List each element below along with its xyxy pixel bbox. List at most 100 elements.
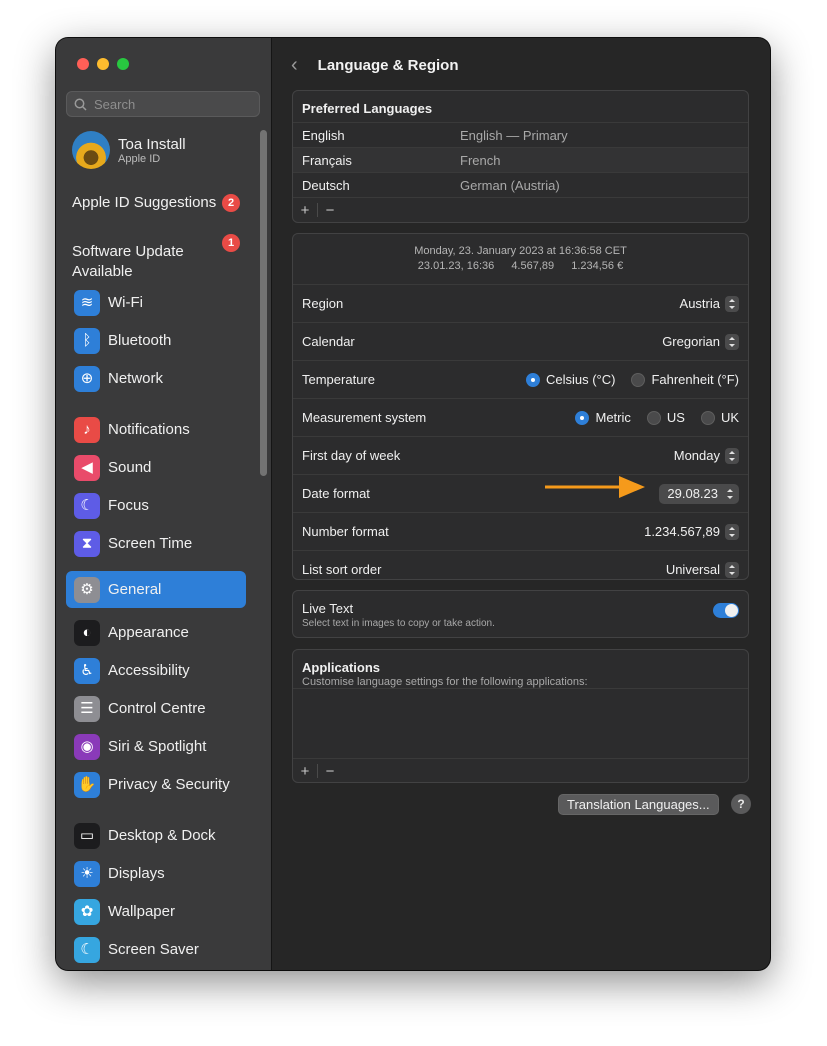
applications-panel: Applications Customise language settings…	[292, 649, 749, 783]
sort-order-label: List sort order	[302, 562, 382, 577]
help-button[interactable]: ?	[731, 794, 751, 814]
wifi-icon: ≋	[74, 289, 100, 316]
sidebar-item-control-centre[interactable]: ☰ Control Centre	[66, 690, 246, 727]
back-chevron-icon[interactable]: ‹	[291, 54, 298, 77]
sidebar-item-notifications[interactable]: ♪ Notifications	[66, 411, 246, 448]
apple-id-account[interactable]: Toa Install Apple ID	[72, 131, 186, 169]
applications-list-controls: + −	[293, 758, 748, 782]
gear-icon: ⚙	[74, 576, 100, 603]
preview-currency: 1.234,56 €	[571, 260, 624, 272]
calendar-popup[interactable]: Gregorian	[662, 333, 739, 350]
preferred-languages-panel: Preferred Languages English English — Pr…	[292, 90, 749, 223]
language-row[interactable]: Deutsch German (Austria)	[293, 172, 748, 197]
sidebar-item-label: Accessibility	[108, 662, 190, 679]
sidebar-item-label: Displays	[108, 865, 165, 882]
sidebar-item-appearance[interactable]: ◐ Appearance	[66, 614, 246, 651]
sidebar-item-label: Bluetooth	[108, 332, 172, 349]
fahrenheit-radio[interactable]: Fahrenheit (°F)	[631, 372, 739, 387]
sidebar-item-label: Screen Time	[108, 535, 193, 552]
radio-selected	[575, 410, 590, 425]
sidebar-item-siri-spotlight[interactable]: ◉ Siri & Spotlight	[66, 728, 246, 765]
speaker-icon: ◀	[74, 454, 100, 481]
translation-languages-button[interactable]: Translation Languages...	[558, 794, 719, 815]
sidebar-item-displays[interactable]: ☀ Displays	[66, 855, 246, 892]
chevron-updown-icon	[723, 486, 737, 502]
sidebar-item-network[interactable]: ⊕ Network	[66, 360, 246, 397]
sidebar-item-general[interactable]: ⚙ General	[66, 571, 246, 608]
search-field[interactable]	[66, 91, 260, 117]
remove-application-button[interactable]: −	[318, 763, 342, 780]
sidebar-item-wallpaper[interactable]: ✿ Wallpaper	[66, 893, 246, 930]
date-format-label: Date format	[302, 486, 370, 501]
settings-window: Toa Install Apple ID Apple ID Suggestion…	[56, 38, 770, 970]
sidebar-item-desktop-dock[interactable]: ▭ Desktop & Dock	[66, 817, 246, 854]
us-radio[interactable]: US	[646, 410, 685, 425]
add-application-button[interactable]: +	[293, 763, 317, 780]
sidebar-item-sound[interactable]: ◀ Sound	[66, 449, 246, 486]
language-row[interactable]: English English — Primary	[293, 122, 748, 147]
sort-order-row: List sort order Universal	[293, 551, 748, 579]
sidebar-item-focus[interactable]: ☾ Focus	[66, 487, 246, 524]
radio-selected	[525, 372, 540, 387]
live-text-toggle[interactable]	[713, 603, 739, 618]
software-update-item[interactable]: Software Update Available	[72, 222, 184, 282]
apple-id-suggestions-item[interactable]: Apple ID Suggestions	[72, 193, 216, 213]
bell-icon: ♪	[74, 416, 100, 443]
region-label: Region	[302, 296, 344, 311]
zoom-window-button[interactable]	[117, 58, 129, 70]
radio-unselected	[646, 410, 661, 425]
celsius-radio[interactable]: Celsius (°C)	[525, 372, 615, 387]
sidebar-item-label: Privacy & Security	[108, 776, 230, 793]
sidebar-scrollbar[interactable]	[260, 130, 267, 476]
calendar-label: Calendar	[302, 334, 355, 349]
page-title: Language & Region	[317, 57, 459, 74]
software-update-label: Software Update Available	[72, 243, 184, 280]
first-day-popup[interactable]: Monday	[674, 447, 739, 464]
sidebar-item-label: Notifications	[108, 421, 190, 438]
metric-radio[interactable]: Metric	[575, 410, 631, 425]
date-format-popup[interactable]: 29.08.23	[659, 483, 739, 504]
sidebar-item-privacy-security[interactable]: ✋ Privacy & Security	[66, 766, 246, 803]
language-row[interactable]: Français French	[293, 147, 748, 172]
applications-title: Applications	[302, 660, 381, 675]
uk-label: UK	[720, 410, 739, 425]
sidebar-item-bluetooth[interactable]: ᛒ Bluetooth	[66, 322, 246, 359]
live-text-title: Live Text	[302, 601, 354, 616]
measurement-row: Measurement system Metric US UK	[293, 399, 748, 437]
sidebar-item-accessibility[interactable]: ♿ Accessibility	[66, 652, 246, 689]
sidebar-item-screen-time[interactable]: ⧗ Screen Time	[66, 525, 246, 562]
remove-language-button[interactable]: −	[318, 202, 342, 219]
uk-radio[interactable]: UK	[700, 410, 739, 425]
date-format-row: Date format 29.08.23	[293, 475, 748, 513]
sun-icon: ☀	[74, 860, 100, 887]
first-day-row: First day of week Monday	[293, 437, 748, 475]
minimize-window-button[interactable]	[97, 58, 109, 70]
language-description: French	[460, 152, 501, 168]
sidebar-item-label: Focus	[108, 497, 149, 514]
chevron-updown-icon	[725, 447, 739, 464]
region-popup[interactable]: Austria	[680, 295, 739, 312]
search-input[interactable]	[92, 95, 256, 113]
close-window-button[interactable]	[77, 58, 89, 70]
sort-order-popup[interactable]: Universal	[666, 561, 739, 578]
sidebar-item-wi-fi[interactable]: ≋ Wi-Fi	[66, 284, 246, 321]
preferred-languages-title: Preferred Languages	[302, 101, 433, 116]
sidebar-item-label: Appearance	[108, 624, 189, 641]
region-settings-panel: Monday, 23. January 2023 at 16:36:58 CET…	[292, 233, 749, 580]
date-format-value: 29.08.23	[667, 486, 718, 501]
flower-icon: ✿	[74, 898, 100, 925]
apple-id-suggestions-label: Apple ID Suggestions	[72, 194, 217, 211]
language-name: English	[302, 127, 345, 143]
sidebar-item-screen-saver[interactable]: ☾ Screen Saver	[66, 931, 246, 968]
region-row: Region Austria	[293, 285, 748, 323]
applications-list	[293, 689, 748, 758]
sidebar-item-label: Control Centre	[108, 700, 206, 717]
radio-unselected	[700, 410, 715, 425]
live-text-description: Select text in images to copy or take ac…	[302, 618, 495, 629]
metric-label: Metric	[595, 410, 631, 425]
number-format-popup[interactable]: 1.234.567,89	[644, 523, 739, 540]
chevron-updown-icon	[725, 561, 739, 578]
add-language-button[interactable]: +	[293, 202, 317, 219]
sidebar-item-label: General	[108, 581, 162, 598]
number-format-row: Number format 1.234.567,89	[293, 513, 748, 551]
